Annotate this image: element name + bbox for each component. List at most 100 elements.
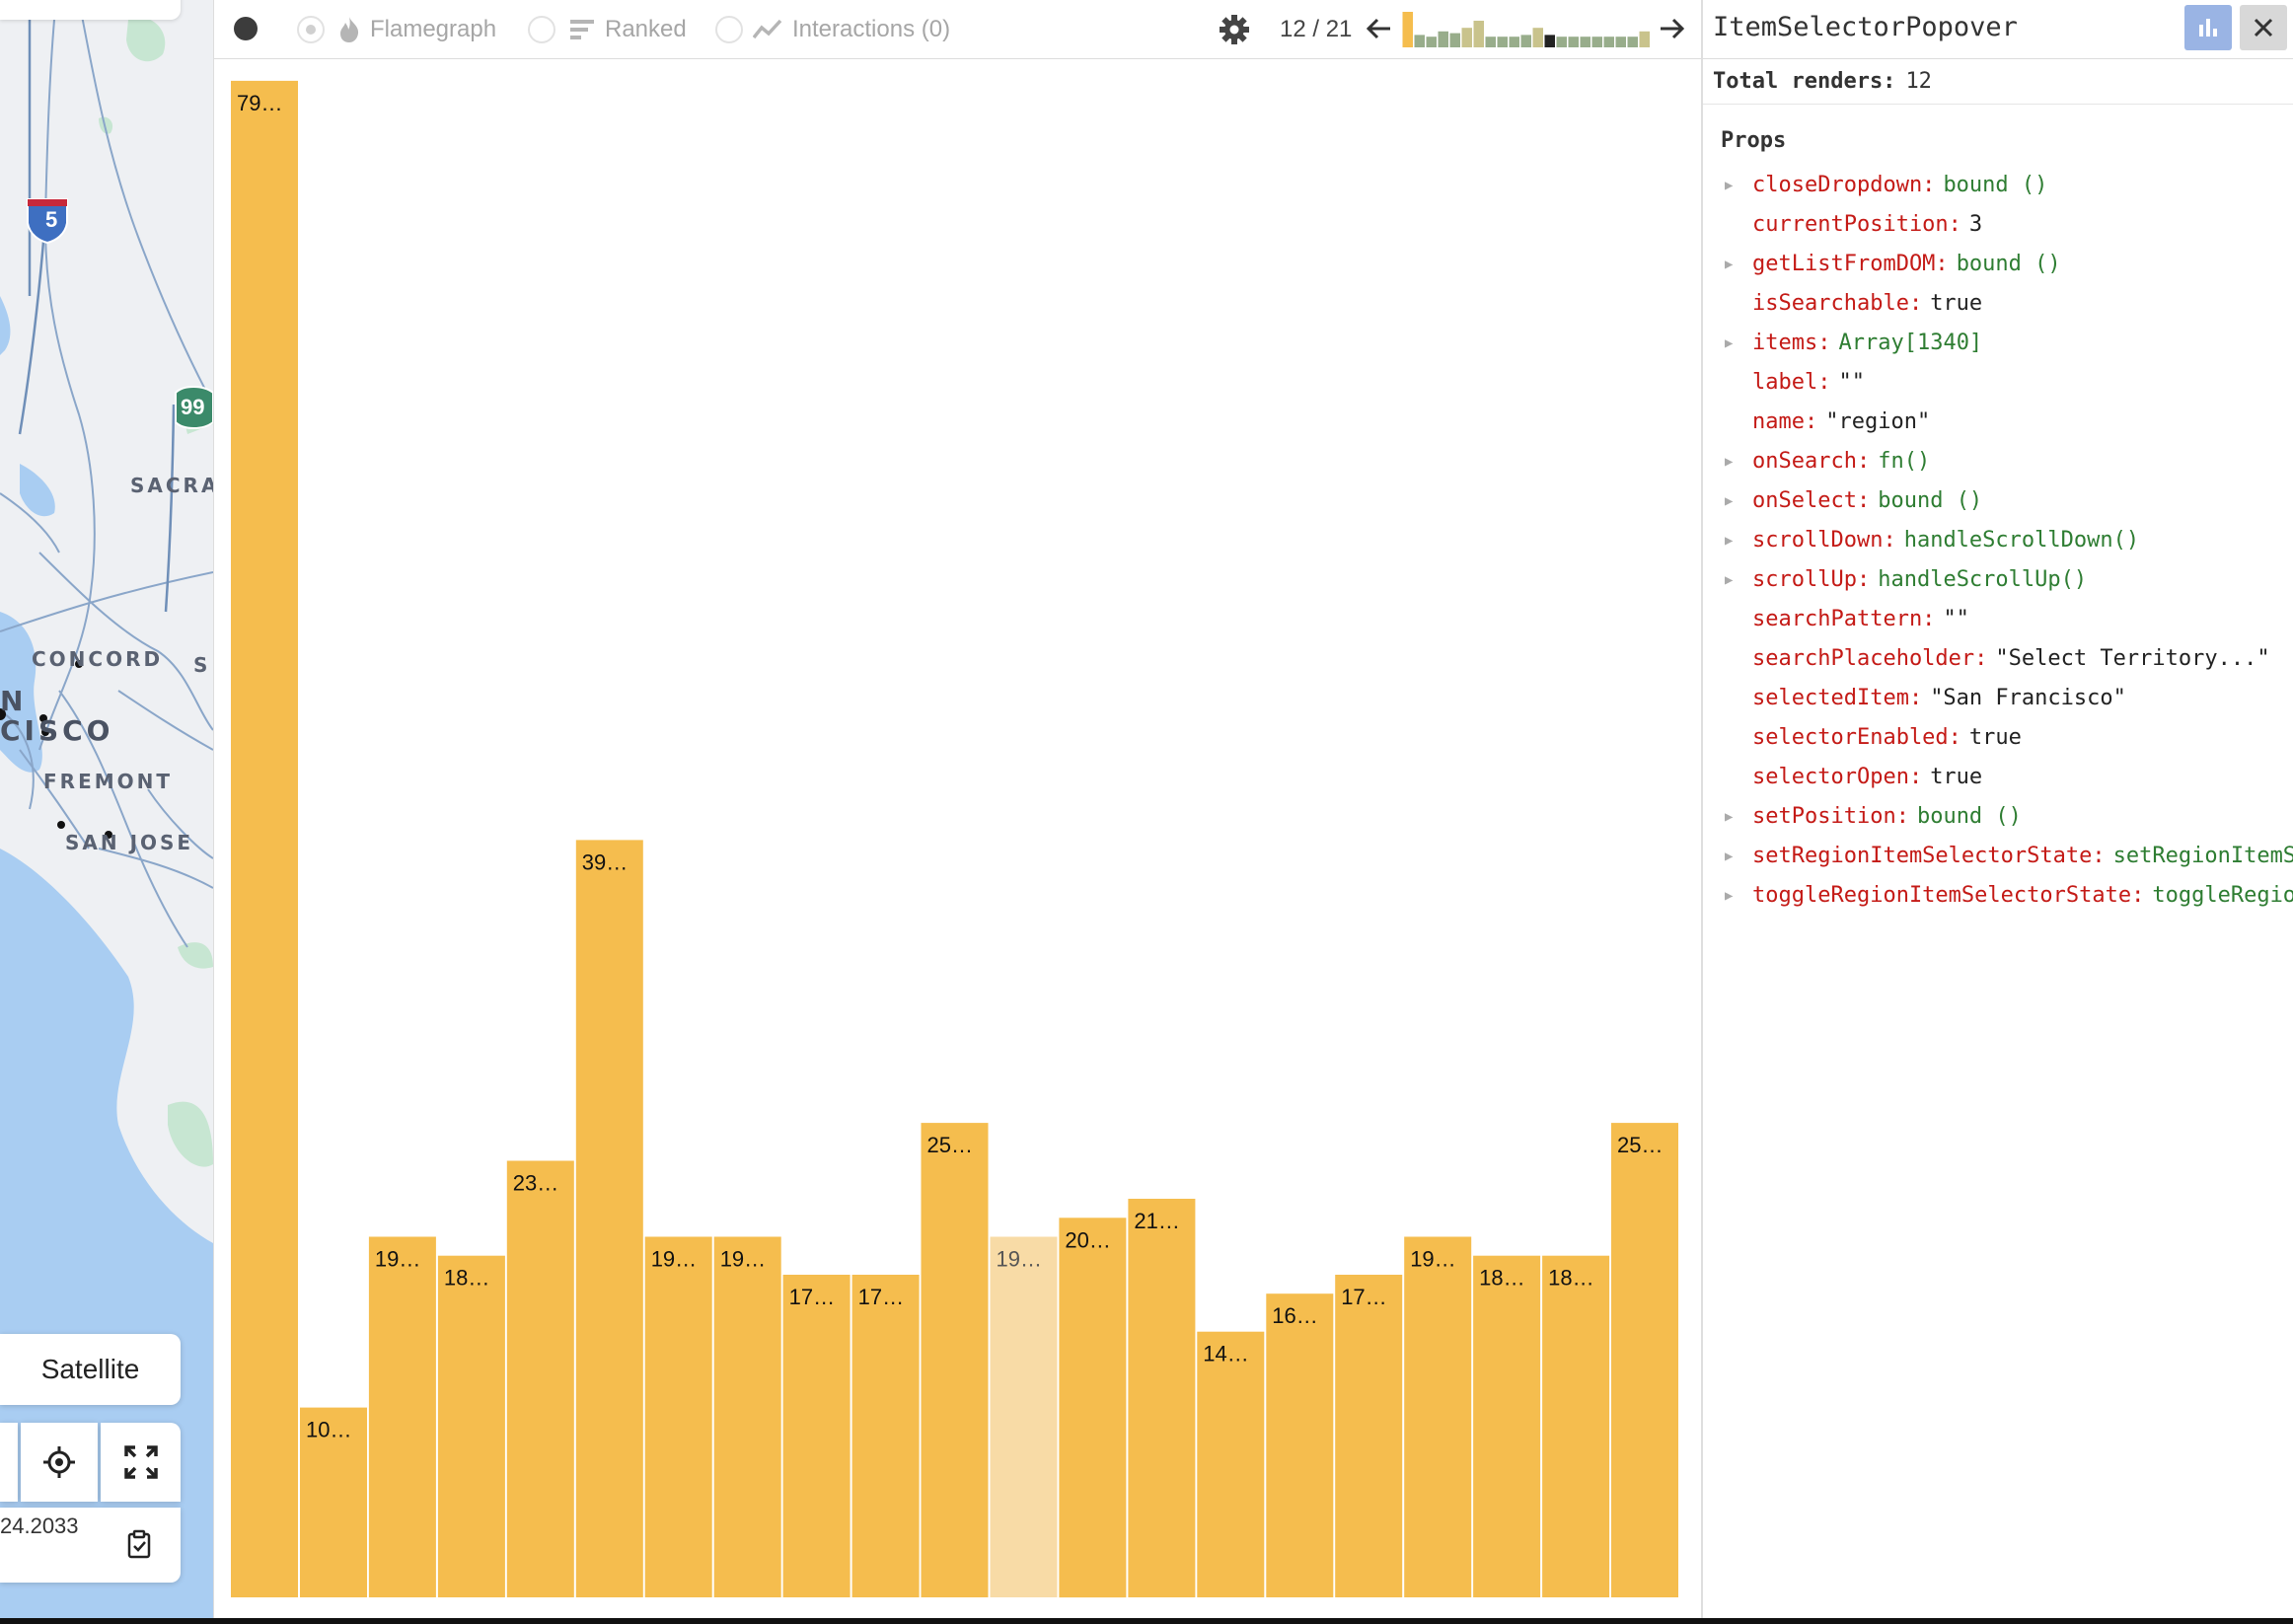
commit-selector-bar[interactable] (1473, 21, 1485, 47)
record-button[interactable] (234, 17, 258, 40)
prop-key: selectorOpen: (1752, 765, 1923, 789)
commit-selector-chart[interactable] (1402, 8, 1651, 49)
commit-selector-bar[interactable] (1627, 37, 1639, 47)
commit-bar-label: 19… (651, 1247, 697, 1272)
commit-bar[interactable] (644, 1236, 712, 1598)
commit-selector-bar[interactable] (1426, 37, 1438, 47)
commit-selector-bar[interactable] (1509, 37, 1520, 47)
commit-selector-bar[interactable] (1544, 35, 1556, 47)
radio-ranked[interactable] (528, 16, 555, 43)
commit-selector-bar[interactable] (1580, 37, 1591, 47)
locate-button[interactable] (21, 1423, 98, 1502)
expand-triangle-icon[interactable]: ▶ (1725, 324, 1738, 363)
prop-row: searchPattern: "" (1703, 600, 2293, 639)
expand-triangle-icon[interactable]: ▶ (1725, 481, 1738, 521)
commit-bar[interactable] (231, 80, 298, 1597)
prop-row[interactable]: ▶ closeDropdown: bound () (1703, 166, 2293, 205)
commit-selector-bar[interactable] (1532, 28, 1544, 47)
commit-bar[interactable] (368, 1236, 436, 1598)
prop-value: true (1968, 725, 2022, 750)
prop-row[interactable]: ▶ onSelect: bound () (1703, 481, 2293, 521)
expand-triangle-icon[interactable]: ▶ (1725, 876, 1738, 916)
commit-bar[interactable] (1404, 1236, 1472, 1598)
props-heading: Props (1721, 128, 1787, 153)
tab-ranked[interactable]: Ranked (528, 0, 687, 59)
commit-bar[interactable] (437, 1255, 505, 1597)
commit-bar[interactable] (1128, 1199, 1196, 1597)
expand-triangle-icon[interactable]: ▶ (1725, 797, 1738, 837)
prop-key: scrollUp: (1752, 567, 1871, 592)
map-control-partial[interactable] (0, 1423, 18, 1502)
radio-interactions[interactable] (715, 16, 743, 43)
prop-row[interactable]: ▶ scrollUp: handleScrollUp() (1703, 560, 2293, 600)
map-view[interactable]: 5 99 SACRAM CONCORD N CISCO FREMONT SAN … (0, 0, 213, 1618)
expand-triangle-icon[interactable]: ▶ (1725, 837, 1738, 876)
commit-selector-bar[interactable] (1520, 35, 1532, 47)
commit-bar[interactable] (713, 1236, 781, 1598)
gear-icon[interactable] (1219, 14, 1250, 45)
tab-flamegraph[interactable]: Flamegraph (297, 0, 496, 59)
commit-bar[interactable] (990, 1236, 1058, 1598)
commit-selector-bar[interactable] (1639, 31, 1651, 47)
prop-row[interactable]: ▶ getListFromDOM: bound () (1703, 245, 2293, 284)
prop-row[interactable]: ▶ scrollDown: handleScrollDown() (1703, 521, 2293, 560)
commit-bar[interactable] (506, 1160, 574, 1598)
commit-bar[interactable] (575, 840, 643, 1597)
expand-triangle-icon[interactable]: ▶ (1725, 245, 1738, 284)
commit-selector-bar[interactable] (1556, 37, 1568, 47)
next-commit-arrow-icon[interactable] (1657, 14, 1686, 43)
commit-selector-bar[interactable] (1591, 37, 1603, 47)
commit-bar[interactable] (1542, 1255, 1610, 1597)
prop-value: 3 (1968, 212, 1983, 237)
prop-key: currentPosition: (1752, 212, 1961, 237)
commit-bar[interactable] (1473, 1255, 1541, 1597)
expand-triangle-icon[interactable]: ▶ (1725, 521, 1738, 560)
commit-selector-bar[interactable] (1568, 37, 1580, 47)
prop-row[interactable]: ▶ setPosition: bound () (1703, 797, 2293, 837)
radio-flamegraph[interactable] (297, 16, 325, 43)
map-search-card[interactable] (0, 0, 181, 20)
commit-bar-label: 19… (1410, 1247, 1455, 1272)
commit-bar[interactable] (1197, 1331, 1265, 1597)
prop-key: items: (1752, 331, 1831, 355)
tab-interactions[interactable]: Interactions (0) (715, 0, 950, 59)
prop-value: "region" (1825, 409, 1931, 434)
commit-bar[interactable] (782, 1275, 851, 1597)
prop-row[interactable]: ▶ onSearch: fn() (1703, 442, 2293, 481)
prop-row[interactable]: ▶ toggleRegionItemSelectorState: toggleReg… (1703, 876, 2293, 916)
prop-row[interactable]: ▶ setRegionItemSelectorState: setRegionIte… (1703, 837, 2293, 876)
commit-selector-bar[interactable] (1449, 33, 1461, 47)
total-renders-value: 12 (1905, 69, 1932, 94)
prop-row[interactable]: ▶ items: Array[1340] (1703, 324, 2293, 363)
previous-commit-arrow-icon[interactable] (1365, 14, 1394, 43)
commit-bar[interactable] (1266, 1293, 1334, 1597)
commit-selector-bar[interactable] (1615, 37, 1627, 47)
prop-value: "" (1943, 607, 1969, 631)
total-renders-label: Total renders: (1713, 69, 1896, 94)
commit-selector-bar[interactable] (1402, 12, 1414, 47)
expand-triangle-icon[interactable]: ▶ (1725, 442, 1738, 481)
clipboard-icon[interactable] (126, 1529, 152, 1559)
commit-bar[interactable] (851, 1275, 920, 1597)
prop-key: scrollDown: (1752, 528, 1896, 553)
ranked-icon (570, 20, 594, 39)
close-button[interactable] (2240, 5, 2287, 50)
satellite-toggle-button[interactable]: Satellite (0, 1334, 181, 1405)
prop-row: selectedItem: "San Francisco" (1703, 679, 2293, 718)
panel-header: ItemSelectorPopover (1703, 0, 2293, 59)
prop-value: bound () (1878, 488, 1983, 513)
expand-triangle-icon[interactable]: ▶ (1725, 560, 1738, 600)
commit-selector-bar[interactable] (1485, 37, 1497, 47)
render-chart-button[interactable] (2184, 5, 2232, 50)
commit-bar[interactable] (1335, 1275, 1403, 1597)
commit-selector-bar[interactable] (1603, 37, 1615, 47)
commit-bar[interactable] (921, 1123, 989, 1597)
expand-triangle-icon[interactable]: ▶ (1725, 166, 1738, 205)
commit-selector-bar[interactable] (1461, 28, 1473, 47)
commit-bar[interactable] (1059, 1218, 1127, 1598)
commit-selector-bar[interactable] (1414, 35, 1426, 47)
fullscreen-button[interactable] (101, 1423, 181, 1502)
commit-selector-bar[interactable] (1438, 31, 1449, 47)
commit-bar[interactable] (1611, 1123, 1678, 1597)
commit-selector-bar[interactable] (1497, 37, 1509, 47)
